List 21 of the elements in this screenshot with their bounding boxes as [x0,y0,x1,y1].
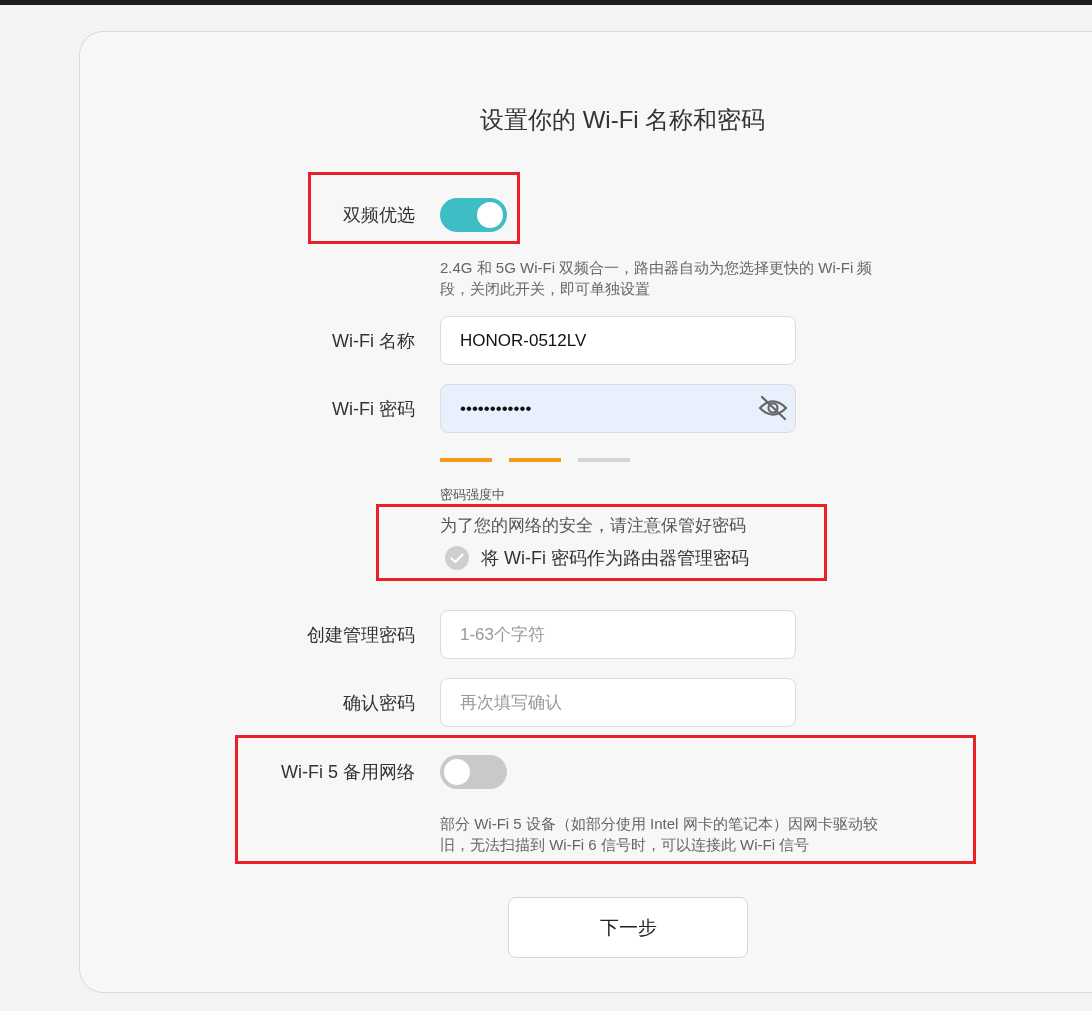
field-label: 确认密码 [343,691,415,715]
field-label: Wi-Fi 密码 [332,397,415,421]
strength-label: 密码强度中 [440,486,506,504]
wifi-name-field[interactable]: HONOR-0512LV [440,316,796,365]
checkbox-label: 将 Wi-Fi 密码作为路由器管理密码 [481,547,749,570]
hide-password-icon[interactable] [758,395,788,421]
toggle-switch[interactable] [440,198,507,232]
setting-label: Wi-Fi 5 备用网络 [281,761,415,784]
field-label: 创建管理密码 [307,623,415,647]
toggle-switch[interactable] [440,755,507,789]
setting-label: 双频优选 [343,204,415,227]
setting-description: 部分 Wi-Fi 5 设备（如部分使用 Intel 网卡的笔记本）因网卡驱动较旧，无法扫描到 Wi-Fi 6 信号时，可以连接此 Wi-Fi 信号 [440,814,879,855]
confirm-password-field[interactable]: 再次填写确认 [440,678,796,727]
checkbox[interactable] [445,546,469,570]
page-title: 设置你的 Wi-Fi 名称和密码 [480,105,766,135]
admin-password-field[interactable]: 1-63个字符 [440,610,796,659]
password-field[interactable]: •••••••••••• [440,384,796,433]
next-button[interactable]: 下一步 [508,897,748,958]
setting-description: 2.4G 和 5G Wi-Fi 双频合一，路由器自动为您选择更快的 Wi-Fi 频段，关闭此开关，即可单独设置 [440,258,874,299]
security-note: 为了您的网络的安全，请注意保管好密码 [440,515,747,537]
field-label: Wi-Fi 名称 [332,329,415,353]
